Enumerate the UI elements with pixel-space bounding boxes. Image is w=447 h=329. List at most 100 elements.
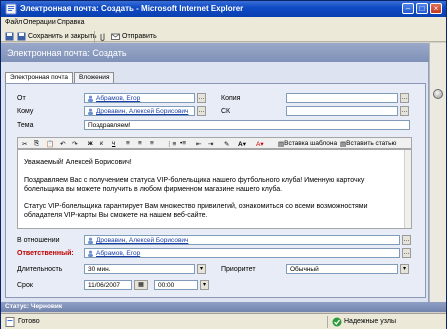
- owner-recipient[interactable]: Абрамов, Егор: [87, 250, 140, 257]
- from-field[interactable]: Абрамов, Егор: [84, 93, 195, 103]
- numbered-list-icon[interactable]: ⋮≡: [166, 139, 176, 148]
- due-time-value: 00:00: [158, 282, 175, 289]
- menu-file[interactable]: Файл: [5, 19, 22, 26]
- calendar-icon[interactable]: ▦: [134, 280, 148, 290]
- person-icon: [88, 95, 93, 102]
- from-label: От: [17, 95, 26, 102]
- priority-label: Приоритет: [221, 266, 256, 273]
- bcc-field[interactable]: [286, 106, 398, 116]
- body-line-2: Поздравляем Вас с получением статуса VIP…: [24, 177, 365, 184]
- cc-label: Копия: [221, 95, 241, 102]
- redo-icon[interactable]: ↷: [72, 139, 77, 148]
- undo-icon[interactable]: ↶: [60, 139, 65, 148]
- regarding-field[interactable]: Дровавин, Алексей Борисович: [84, 235, 400, 245]
- to-field[interactable]: Дровавин, Алексей Борисович: [84, 106, 195, 116]
- subject-label: Тема: [17, 122, 34, 129]
- due-date-field[interactable]: 11/06/2007: [84, 280, 132, 290]
- regarding-lookup-icon[interactable]: …: [402, 235, 411, 245]
- bold-icon[interactable]: ж: [88, 139, 93, 148]
- regarding-recipient[interactable]: Дровавин, Алексей Борисович: [87, 237, 188, 244]
- priority-dropdown-icon[interactable]: ▾: [400, 264, 409, 274]
- paperclip-icon: [100, 33, 105, 41]
- bcc-label: СК: [221, 108, 231, 115]
- to-lookup-icon[interactable]: …: [197, 106, 206, 116]
- duration-dropdown-icon[interactable]: ▾: [197, 264, 206, 274]
- format-toolbar: ✂ ⎘ 📋 ↶ ↷ ж к ч ≡ ≡ ≡ ⋮≡ •≡ ⇤ ⇥ ✎ A▾ A▾ …: [17, 137, 412, 149]
- to-value: Дровавин, Алексей Борисович: [96, 108, 189, 115]
- record-status: Статус: Черновик: [5, 303, 63, 310]
- font-color-icon[interactable]: A▾: [256, 139, 264, 148]
- right-pane: [429, 43, 446, 302]
- from-lookup-icon[interactable]: …: [197, 93, 206, 103]
- due-date-value: 11/06/2007: [88, 282, 121, 289]
- browser-window: Электронная почта: Создать - Microsoft I…: [0, 0, 447, 329]
- align-left-icon[interactable]: ≡: [126, 139, 130, 148]
- insert-article-button[interactable]: ▤ Вставить статью: [340, 139, 396, 148]
- tab-strip: Электронная почта Вложения: [5, 72, 115, 83]
- save-icon: [5, 32, 14, 40]
- form-header: Электронная почта: Создать: [1, 43, 429, 62]
- tab-email[interactable]: Электронная почта: [5, 72, 74, 83]
- tab-attachments[interactable]: Вложения: [74, 72, 115, 83]
- menu-help[interactable]: Справка: [57, 19, 84, 26]
- record-status-bar: Статус: Черновик: [1, 302, 446, 312]
- owner-lookup-icon[interactable]: …: [402, 248, 411, 258]
- font-size-icon[interactable]: A▾: [238, 139, 246, 148]
- form-title: Электронная почта: Создать: [7, 48, 127, 58]
- highlight-icon[interactable]: ✎: [224, 139, 229, 148]
- duration-select[interactable]: 30 мин.: [84, 264, 195, 274]
- copy-icon[interactable]: ⎘: [34, 139, 39, 148]
- scroll-up-icon[interactable]: [433, 89, 443, 99]
- body-line-4: Статус VIP-болельщика гарантирует Вам мн…: [24, 203, 368, 210]
- indent-icon[interactable]: ⇥: [208, 139, 213, 148]
- cc-field[interactable]: [286, 93, 398, 103]
- menu-operations[interactable]: Операции: [23, 19, 56, 26]
- align-center-icon[interactable]: ≡: [138, 139, 142, 148]
- duration-value: 30 мин.: [88, 266, 111, 273]
- editor-scrollbar[interactable]: [404, 150, 411, 228]
- align-right-icon[interactable]: ≡: [150, 139, 154, 148]
- window-title: Электронная почта: Создать - Microsoft I…: [20, 4, 244, 13]
- regarding-label: В отношении: [17, 237, 60, 244]
- underline-icon[interactable]: ч: [112, 139, 115, 148]
- save-button[interactable]: [5, 31, 14, 41]
- ready-text: Готово: [18, 318, 40, 325]
- priority-select[interactable]: Обычный: [286, 264, 398, 274]
- due-label: Срок: [17, 282, 33, 289]
- subject-field[interactable]: Поздравляем!: [84, 120, 410, 130]
- owner-label: Ответственный:: [17, 250, 74, 257]
- save-close-icon: [17, 32, 26, 40]
- minimize-button[interactable]: –: [402, 3, 414, 14]
- save-close-button[interactable]: Сохранить и закрыть: [17, 31, 97, 41]
- owner-field[interactable]: Абрамов, Егор: [84, 248, 400, 258]
- insert-template-button[interactable]: ▤ Вставка шаблона: [278, 139, 337, 148]
- send-icon: [111, 33, 120, 40]
- message-body-editor[interactable]: Уважаемый! Алексей Борисович! Поздравляе…: [17, 149, 412, 229]
- trusted-zone-icon: [332, 317, 342, 327]
- bcc-lookup-icon[interactable]: …: [400, 106, 409, 116]
- browser-status-bar: Готово Надежные узлы: [1, 313, 446, 329]
- cut-icon[interactable]: ✂: [22, 139, 27, 148]
- send-button[interactable]: Отправить: [111, 31, 157, 41]
- body-line-5: обладателя VIP-карты Вы сможете на нашем…: [24, 212, 208, 219]
- time-dropdown-icon[interactable]: ▾: [200, 280, 209, 290]
- close-button[interactable]: ×: [430, 3, 442, 14]
- outdent-icon[interactable]: ⇤: [196, 139, 201, 148]
- italic-icon[interactable]: к: [100, 139, 103, 148]
- due-time-select[interactable]: 00:00: [154, 280, 198, 290]
- bullet-list-icon[interactable]: •≡: [180, 139, 186, 148]
- insert-template-label: Вставка шаблона: [284, 140, 338, 147]
- maximize-button[interactable]: □: [416, 3, 428, 14]
- menu-bar: Файл Операции Справка: [1, 17, 446, 29]
- regarding-value: Дровавин, Алексей Борисович: [96, 237, 189, 244]
- toolbar-separator: [94, 31, 95, 43]
- to-recipient[interactable]: Дровавин, Алексей Борисович: [87, 108, 188, 115]
- person-icon: [88, 237, 93, 244]
- cc-lookup-icon[interactable]: …: [400, 93, 409, 103]
- from-recipient[interactable]: Абрамов, Егор: [87, 95, 140, 102]
- body-line-3: болельщика вы можете получить в любом фи…: [24, 186, 283, 193]
- ie-icon: [5, 3, 17, 15]
- attach-button[interactable]: [98, 31, 107, 41]
- body-line-1: Уважаемый! Алексей Борисович!: [24, 159, 132, 166]
- paste-icon[interactable]: 📋: [46, 139, 54, 148]
